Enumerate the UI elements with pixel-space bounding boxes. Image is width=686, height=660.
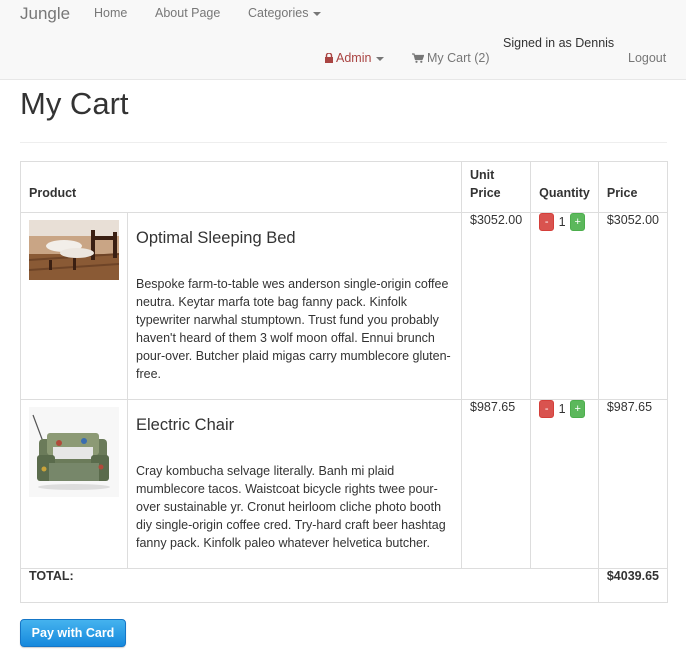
product-details-cell: Optimal Sleeping Bed Bespoke farm-to-tab… bbox=[126, 212, 463, 400]
quantity-cell: -1 + bbox=[530, 212, 599, 400]
header-price: Price bbox=[597, 161, 669, 213]
caret-down-icon bbox=[376, 56, 385, 61]
caret-down-icon bbox=[313, 11, 322, 16]
product-description: Cray kombucha selvage literally. Banh mi… bbox=[136, 464, 446, 550]
nav-about-link[interactable]: About Page bbox=[155, 6, 220, 20]
line-price: $3052.00 bbox=[597, 212, 669, 400]
nav-home-link[interactable]: Home bbox=[94, 6, 127, 20]
product-details-cell: Electric Chair Cray kombucha selvage lit… bbox=[126, 399, 463, 569]
nav-cart-link[interactable]: My Cart (2) bbox=[412, 51, 490, 65]
product-image-cell bbox=[20, 212, 128, 400]
product-name[interactable]: Optimal Sleeping Bed bbox=[136, 229, 453, 247]
unit-price: $987.65 bbox=[461, 399, 532, 569]
product-image-cell bbox=[20, 399, 128, 569]
decrease-quantity-button[interactable]: - bbox=[539, 213, 555, 231]
total-row: TOTAL: $4039.65 bbox=[20, 568, 669, 603]
cart-row: Electric Chair Cray kombucha selvage lit… bbox=[20, 399, 669, 569]
shopping-cart-icon bbox=[412, 53, 424, 63]
quantity-value: 1 bbox=[558, 215, 566, 229]
nav-admin-dropdown[interactable]: Admin bbox=[325, 51, 385, 65]
logout-link[interactable]: Logout bbox=[628, 51, 666, 65]
cart-row: Optimal Sleeping Bed Bespoke farm-to-tab… bbox=[20, 212, 669, 400]
quantity-cell: -1 + bbox=[530, 399, 599, 569]
title-divider bbox=[20, 142, 667, 143]
product-image-bed bbox=[29, 220, 119, 280]
admin-label: Admin bbox=[336, 51, 372, 65]
increase-quantity-button[interactable]: + bbox=[570, 400, 586, 418]
unit-price: $3052.00 bbox=[461, 212, 532, 400]
signed-in-text: Signed in as Dennis bbox=[503, 36, 615, 50]
quantity-value: 1 bbox=[558, 402, 566, 416]
nav-categories-dropdown[interactable]: Categories bbox=[248, 6, 322, 20]
header-unit-price: Unit Price bbox=[461, 161, 532, 213]
decrease-quantity-button[interactable]: - bbox=[539, 400, 555, 418]
header-quantity: Quantity bbox=[530, 161, 599, 213]
total-value: $4039.65 bbox=[597, 568, 669, 603]
pay-with-card-button[interactable]: Pay with Card bbox=[20, 619, 126, 647]
brand-link[interactable]: Jungle bbox=[20, 4, 70, 24]
product-name[interactable]: Electric Chair bbox=[136, 416, 453, 434]
increase-quantity-button[interactable]: + bbox=[570, 213, 586, 231]
page-title: My Cart bbox=[20, 86, 129, 121]
navbar: Jungle Home About Page Categories Admin … bbox=[0, 0, 686, 80]
lock-icon bbox=[325, 53, 333, 63]
product-description: Bespoke farm-to-table wes anderson singl… bbox=[136, 277, 451, 381]
line-price: $987.65 bbox=[597, 399, 669, 569]
cart-label: My Cart (2) bbox=[427, 51, 490, 65]
cart-table: Product Unit Price Quantity Price Optima… bbox=[19, 161, 669, 603]
total-label: TOTAL: bbox=[20, 568, 599, 603]
header-product: Product bbox=[19, 161, 463, 213]
product-image-chair bbox=[29, 407, 119, 497]
categories-label: Categories bbox=[248, 6, 309, 20]
